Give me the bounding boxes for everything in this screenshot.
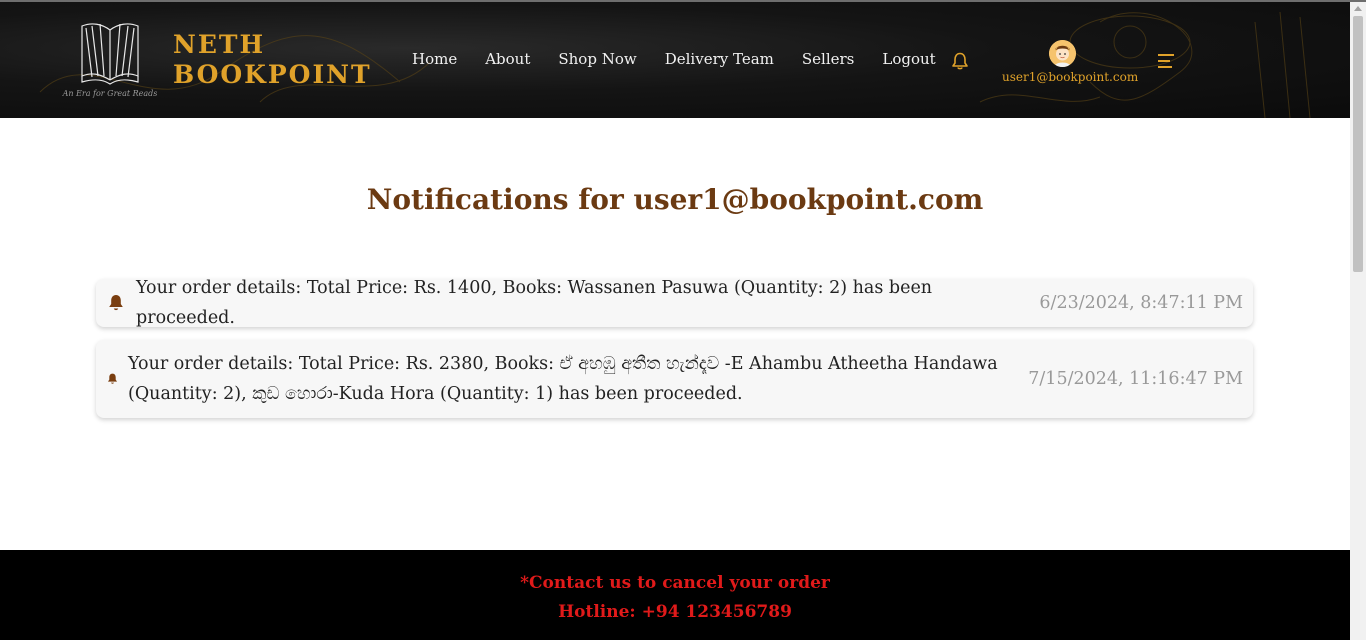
page-title: Notifications for user1@bookpoint.com — [366, 183, 984, 216]
hamburger-menu-icon[interactable] — [1158, 54, 1174, 68]
notification-item: Your order details: Total Price: Rs. 140… — [96, 278, 1253, 328]
brand-line-2: BOOKPOINT — [173, 60, 372, 89]
hotline-text: Hotline: +94 123456789 — [558, 602, 792, 622]
notifications-bell-icon[interactable] — [950, 51, 970, 71]
notification-timestamp: 7/15/2024, 11:16:47 PM — [1028, 369, 1243, 389]
nav-delivery-team-link[interactable]: Delivery Team — [665, 49, 774, 69]
notification-timestamp: 6/23/2024, 8:47:11 PM — [1039, 293, 1243, 313]
nav-about-link[interactable]: About — [485, 49, 530, 69]
open-book-logo-icon[interactable]: An Era for Great Reads — [52, 16, 168, 102]
nav-sellers-link[interactable]: Sellers — [802, 49, 855, 69]
avatar-face-icon — [1049, 40, 1076, 67]
brand-tagline: An Era for Great Reads — [62, 89, 158, 98]
site-footer: *Contact us to cancel your order Hotline… — [0, 550, 1350, 640]
notification-bell-icon — [108, 294, 124, 312]
notification-message: Your order details: Total Price: Rs. 140… — [136, 278, 933, 328]
main-nav: Home About Shop Now Delivery Team Seller… — [412, 49, 964, 69]
nav-shop-now-link[interactable]: Shop Now — [558, 49, 636, 69]
notification-bell-icon — [107, 373, 118, 385]
notification-item: Your order details: Total Price: Rs. 238… — [96, 340, 1253, 418]
notification-message: Your order details: Total Price: Rs. 238… — [128, 354, 998, 404]
scrollbar-thumb[interactable] — [1353, 16, 1363, 272]
site-header: An Era for Great Reads NETH BOOKPOINT Ho… — [0, 2, 1350, 118]
brand-name[interactable]: NETH BOOKPOINT — [173, 30, 372, 90]
user-email-label[interactable]: user1@bookpoint.com — [1002, 69, 1138, 85]
user-avatar[interactable] — [1049, 40, 1076, 67]
cancel-order-notice: *Contact us to cancel your order — [520, 573, 830, 593]
nav-logout-link[interactable]: Logout — [882, 49, 935, 69]
scroll-up-arrow-icon[interactable] — [1354, 6, 1362, 11]
page-scrollbar[interactable] — [1350, 2, 1366, 640]
nav-home-link[interactable]: Home — [412, 49, 457, 69]
brand-line-1: NETH — [173, 30, 266, 59]
